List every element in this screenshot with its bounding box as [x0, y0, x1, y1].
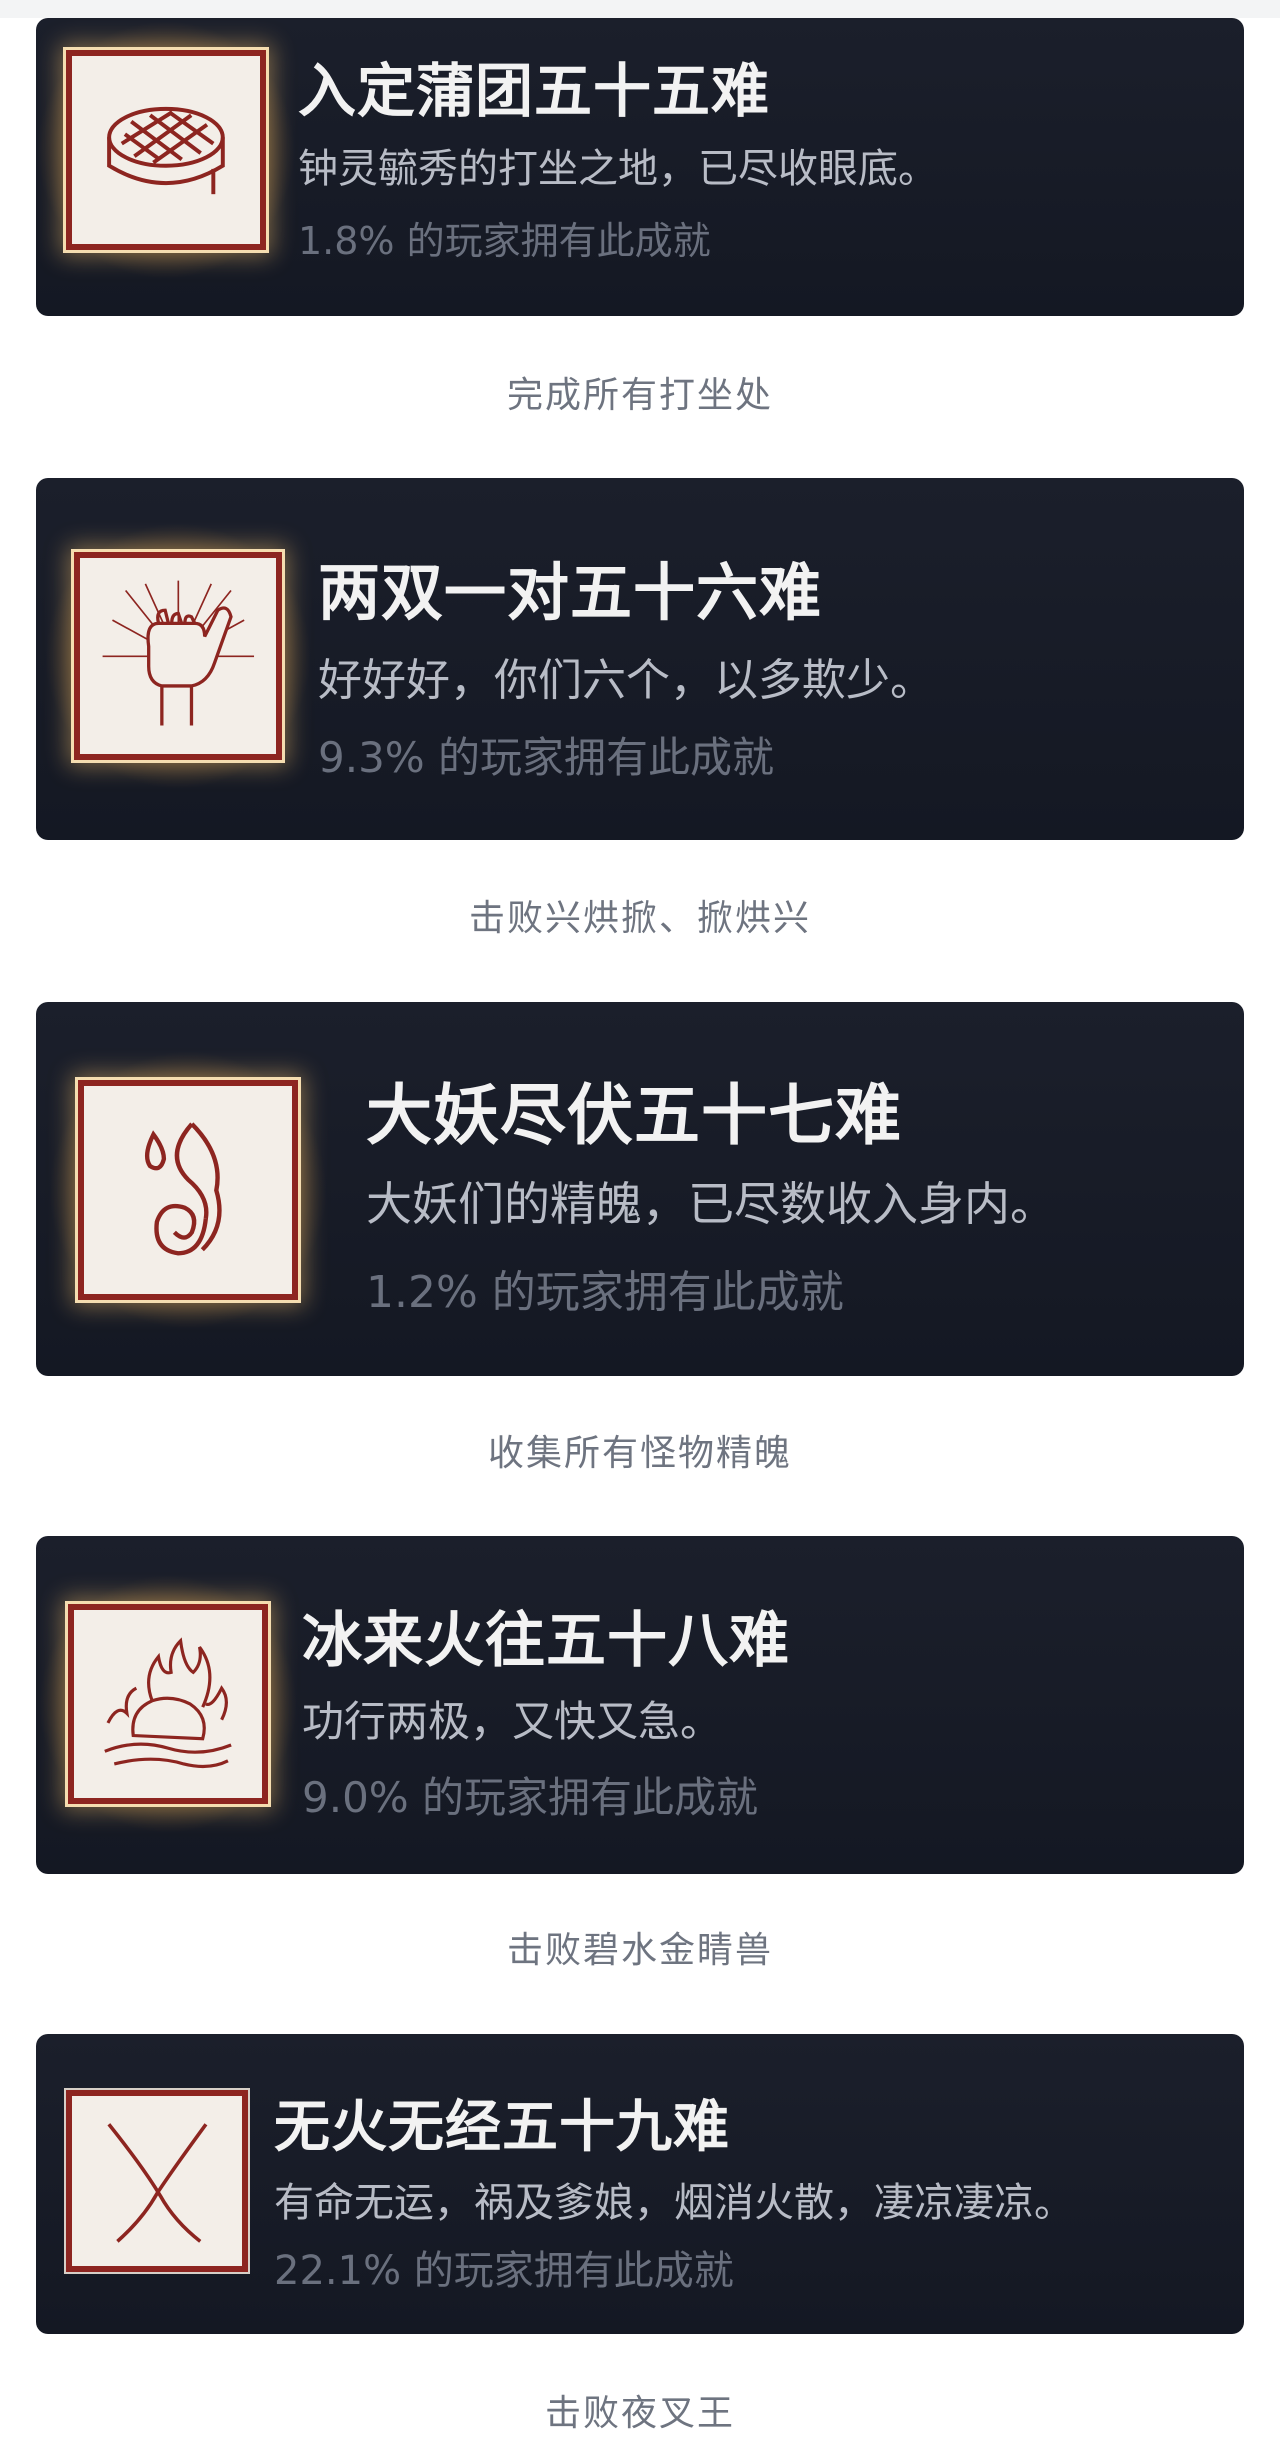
achievement-title: 无火无经五十九难: [274, 2095, 730, 2160]
achievement-percent: 22.1% 的玩家拥有此成就: [274, 2248, 734, 2294]
achievement-caption: 击败碧水金睛兽: [506, 1930, 773, 1971]
achievement-percent: 1.8% 的玩家拥有此成就: [298, 219, 711, 263]
achievement-icon-wrap: [48, 1050, 328, 1330]
achievement-percent: 9.0% 的玩家拥有此成就: [302, 1773, 759, 1822]
achievement-caption: 完成所有打坐处: [506, 375, 773, 416]
spirit-flame-icon: [78, 1080, 298, 1300]
achievement-title: 大妖尽伏五十七难: [366, 1077, 902, 1154]
achievement-caption: 击败夜叉王: [544, 2393, 735, 2434]
cushion-icon: [66, 50, 266, 250]
achievement-title: 入定蒲团五十五难: [298, 57, 771, 125]
achievement-description: 好好好，你们六个，以多欺少。: [318, 655, 934, 706]
achievement-card: 入定蒲团五十五难 钟灵毓秀的打坐之地，已尽收眼底。 1.8% 的玩家拥有此成就: [36, 18, 1244, 316]
achievement-description: 有命无运，祸及爹娘，烟消火散，凄凉凄凉。: [274, 2180, 1074, 2226]
achievement-percent: 1.2% 的玩家拥有此成就: [366, 1267, 844, 1318]
achievement-caption: 收集所有怪物精魄: [487, 1433, 792, 1474]
crossed-lines-icon: [66, 2090, 248, 2272]
achievement-title: 冰来火往五十八难: [302, 1606, 790, 1676]
achievement-icon-wrap: [38, 1574, 298, 1834]
achievement-title: 两双一对五十六难: [318, 556, 823, 629]
hand-gesture-icon: [74, 552, 282, 760]
achievement-card: 大妖尽伏五十七难 大妖们的精魄，已尽数收入身内。 1.2% 的玩家拥有此成就: [36, 1002, 1244, 1376]
achievement-card: 两双一对五十六难 好好好，你们六个，以多欺少。 9.3% 的玩家拥有此成就: [36, 478, 1244, 840]
achievement-description: 大妖们的精魄，已尽数收入身内。: [366, 1177, 1056, 1231]
achievement-card: 无火无经五十九难 有命无运，祸及爹娘，烟消火散，凄凉凄凉。 22.1% 的玩家拥…: [36, 2034, 1244, 2334]
achievement-caption: 击败兴烘掀、掀烘兴: [468, 898, 811, 939]
achievement-description: 钟灵毓秀的打坐之地，已尽收眼底。: [298, 146, 938, 192]
achievement-icon-wrap: [44, 522, 312, 790]
burning-rock-icon: [68, 1604, 268, 1804]
top-edge: [0, 0, 1280, 18]
achievement-card: 冰来火往五十八难 功行两极，又快又急。 9.0% 的玩家拥有此成就: [36, 1536, 1244, 1874]
achievement-icon-wrap: [66, 2090, 248, 2272]
achievement-icon-wrap: [36, 20, 296, 280]
achievement-description: 功行两极，又快又急。: [302, 1697, 723, 1746]
achievement-percent: 9.3% 的玩家拥有此成就: [318, 733, 775, 782]
